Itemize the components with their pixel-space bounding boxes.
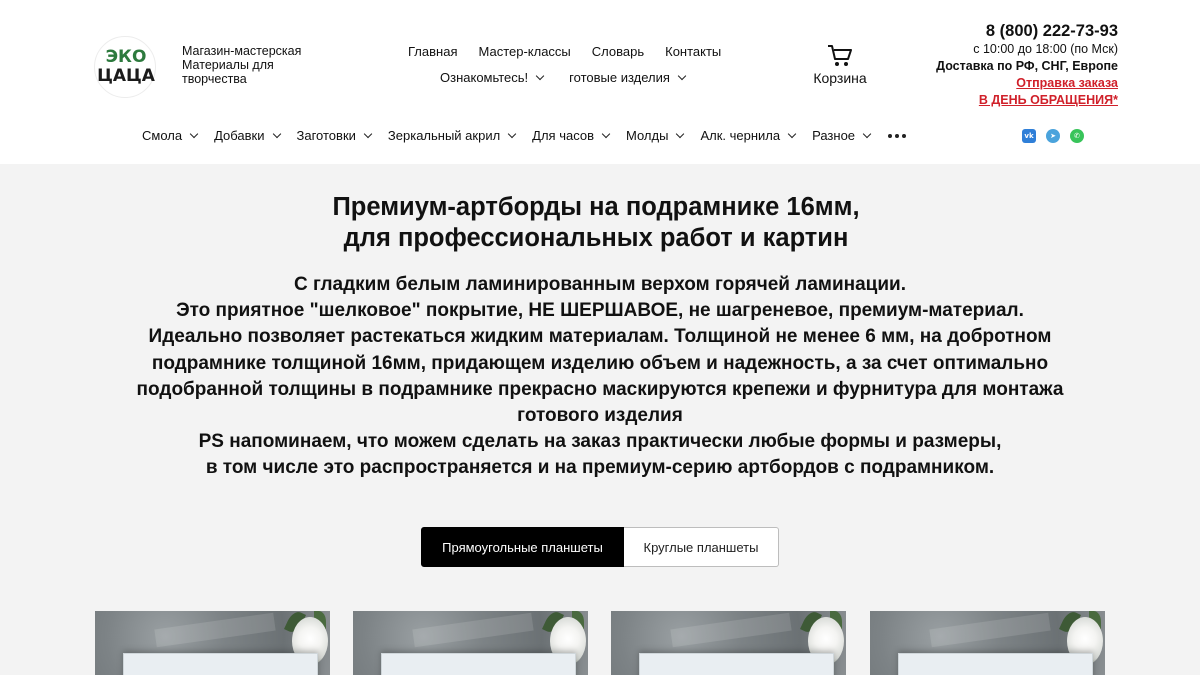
chevron-down-icon (676, 129, 685, 138)
product-type-tabs: Прямоугольные планшеты Круглые планшеты (421, 527, 779, 567)
page-title: Премиум-артборды на подрамнике 16мм, для… (0, 192, 1192, 254)
whatsapp-icon[interactable]: ✆ (1070, 129, 1084, 143)
cart-icon (828, 45, 852, 66)
telegram-icon[interactable]: ➤ (1046, 129, 1060, 143)
category-navigation: Смола Добавки Заготовки Зеркальный акрил… (142, 128, 907, 143)
nav-dropdown-label: готовые изделия (569, 70, 670, 85)
cart-button[interactable]: Корзина (812, 44, 868, 86)
chevron-down-icon (601, 129, 611, 138)
top-navigation: Главная Мастер-классы Словарь Контакты О… (408, 44, 742, 85)
description-line: С гладким белым ламинированным верхом го… (294, 274, 906, 295)
category-label: Алк. чернила (700, 128, 781, 143)
category-label: Смола (142, 128, 183, 143)
category-label: Добавки (214, 128, 265, 143)
title-line: Премиум-артборды на подрамнике 16мм, (332, 193, 860, 221)
chevron-down-icon (272, 129, 281, 138)
description-line: Это приятное "шелковое" покрытие, НЕ ШЕР… (176, 300, 1024, 322)
delivery-info: Доставка по РФ, СНГ, Европе (936, 59, 1118, 73)
site-tagline: Магазин-мастерская Материалы для творчес… (182, 44, 322, 86)
working-hours: с 10:00 до 18:00 (по Мск) (973, 42, 1118, 56)
chevron-down-icon (862, 129, 872, 138)
category-resin[interactable]: Смола (142, 128, 199, 143)
nav-dropdown-info[interactable]: Ознакомьтесь! (440, 70, 545, 85)
nav-link-glossary[interactable]: Словарь (592, 44, 644, 59)
logo-line-2: ЦАЦА (97, 66, 155, 86)
shipping-link[interactable]: Отправка заказа (936, 75, 1118, 92)
more-menu-icon[interactable] (888, 128, 907, 143)
nav-link-home[interactable]: Главная (408, 44, 457, 59)
tagline-line: творчества (182, 72, 247, 86)
logo-line-1: ЭКО (105, 47, 147, 67)
cart-label: Корзина (813, 70, 867, 86)
chevron-down-icon (677, 71, 687, 80)
category-label: Молды (626, 128, 669, 143)
description-line: Идеально позволяет растекаться жидким ма… (148, 326, 1052, 348)
description-line: подрамнике толщиной 16мм, придающем изде… (151, 352, 1049, 374)
nav-dropdown-finished-products[interactable]: готовые изделия (569, 70, 687, 85)
vk-icon[interactable]: vk (1022, 129, 1036, 143)
description-line: в том числе это распространяется и на пр… (205, 457, 995, 479)
product-card-image[interactable] (870, 611, 1105, 675)
nav-dropdown-label: Ознакомьтесь! (440, 70, 529, 85)
tab-rectangular[interactable]: Прямоугольные планшеты (421, 527, 624, 567)
social-links: vk ➤ ✆ (1022, 129, 1084, 143)
chevron-down-icon (787, 129, 797, 138)
shipping-link-2[interactable]: В ДЕНЬ ОБРАЩЕНИЯ* (936, 92, 1118, 109)
tagline-line: Материалы для (182, 58, 274, 72)
phone-number[interactable]: 8 (800) 222-73-93 (936, 22, 1118, 41)
category-label: Разное (812, 128, 856, 143)
chevron-down-icon (507, 129, 517, 138)
product-card-image[interactable] (611, 611, 846, 675)
chevron-down-icon (363, 129, 373, 138)
contact-block: 8 (800) 222-73-93 с 10:00 до 18:00 (по М… (936, 22, 1118, 109)
nav-link-masterclasses[interactable]: Мастер-классы (478, 44, 570, 59)
page-description: С гладким белым ламинированным верхом го… (0, 272, 1200, 482)
description-line: готового изделия (517, 405, 683, 427)
category-label: Для часов (532, 128, 594, 143)
category-for-clocks[interactable]: Для часов (532, 128, 611, 143)
category-additives[interactable]: Добавки (214, 128, 281, 143)
tagline-line: Магазин-мастерская (182, 44, 302, 58)
nav-link-contacts[interactable]: Контакты (665, 44, 721, 59)
description-line: PS напоминаем, что можем сделать на зака… (198, 431, 1002, 453)
category-blanks[interactable]: Заготовки (296, 128, 373, 143)
category-alcohol-inks[interactable]: Алк. чернила (700, 128, 797, 143)
chevron-down-icon (535, 71, 545, 80)
category-molds[interactable]: Молды (626, 128, 685, 143)
category-mirror-acrylic[interactable]: Зеркальный акрил (387, 128, 517, 143)
product-card-image[interactable] (353, 611, 588, 675)
category-misc[interactable]: Разное (812, 128, 872, 143)
chevron-down-icon (189, 129, 199, 138)
product-card-image[interactable] (95, 611, 330, 675)
description-line: подобранной толщины в подрамнике прекрас… (136, 378, 1064, 400)
title-line: для профессиональных работ и картин (343, 224, 849, 252)
category-label: Заготовки (296, 128, 356, 143)
tab-round[interactable]: Круглые планшеты (624, 527, 779, 567)
site-header: ЭКО ЦАЦА Магазин-мастерская Материалы дл… (0, 0, 1200, 164)
category-label: Зеркальный акрил (387, 128, 501, 143)
site-logo[interactable]: ЭКО ЦАЦА (94, 36, 156, 98)
